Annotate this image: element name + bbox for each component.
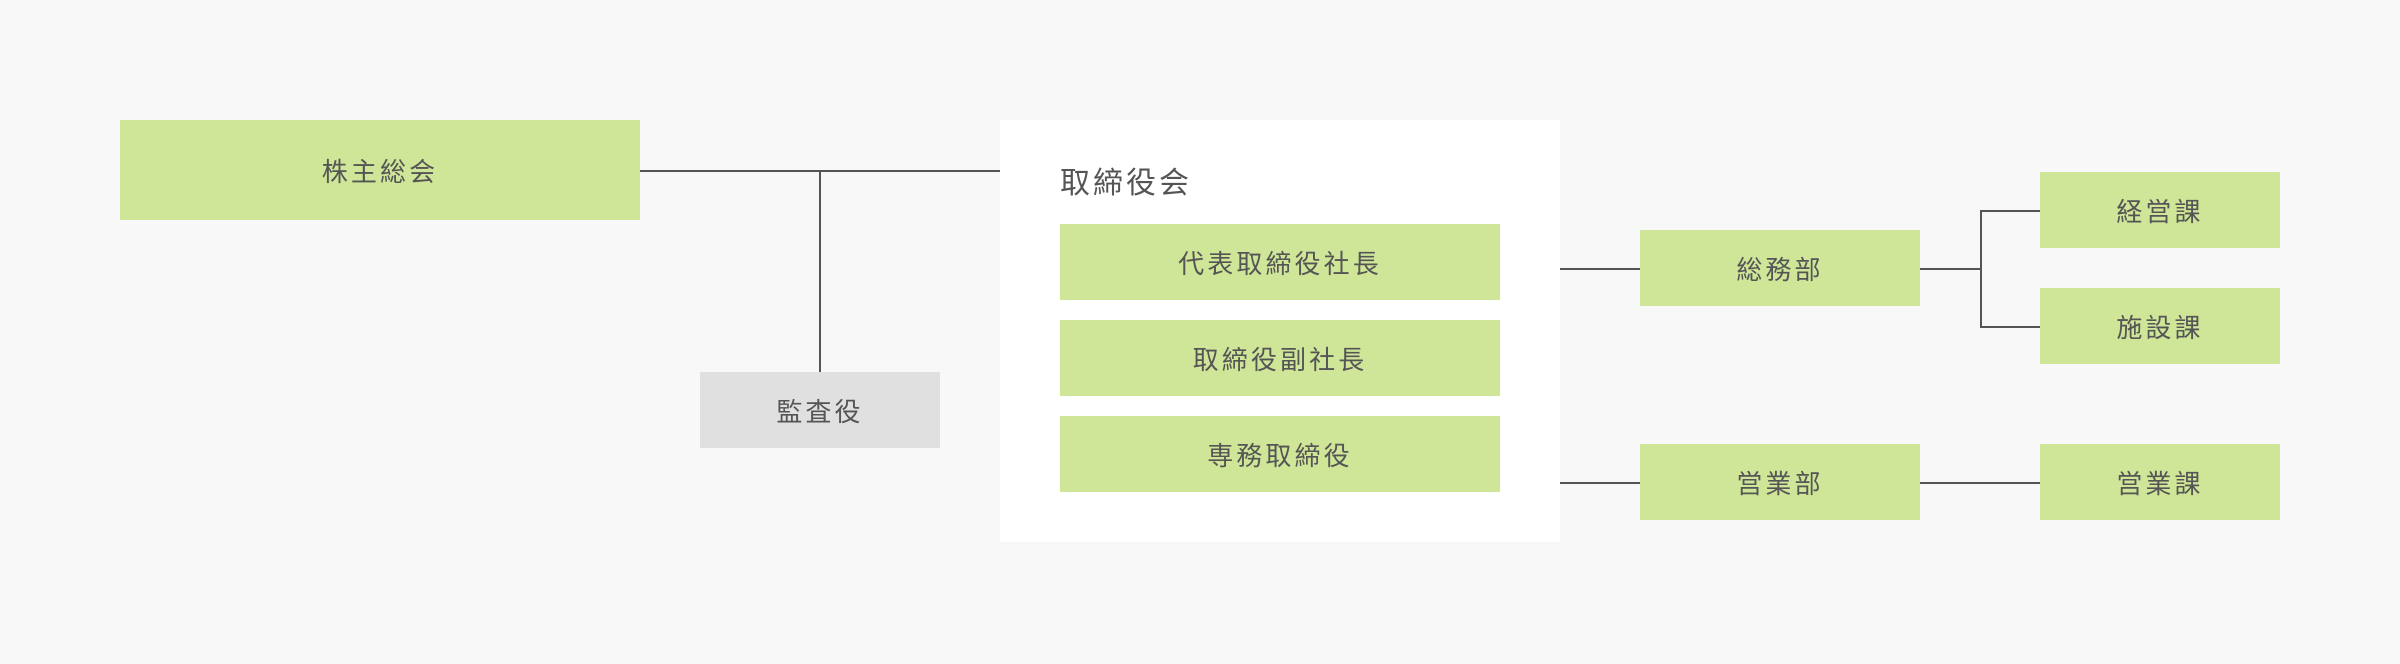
connector-board-sales	[1560, 482, 1640, 484]
node-senior-director: 専務取締役	[1060, 416, 1500, 492]
node-vice-president: 取締役副社長	[1060, 320, 1500, 396]
connector-general-affairs-sections	[1920, 268, 1982, 270]
node-general-affairs: 総務部	[1640, 230, 1920, 306]
connector-facilities-section	[1980, 326, 2040, 328]
connector-auditor	[819, 170, 821, 372]
connector-board-general-affairs	[1560, 268, 1640, 270]
node-auditor: 監査役	[700, 372, 940, 448]
node-management-section: 経営課	[2040, 172, 2280, 248]
node-president: 代表取締役社長	[1060, 224, 1500, 300]
connector-sections-vertical	[1980, 210, 1982, 328]
connector-management-section	[1980, 210, 2040, 212]
node-sales-section: 営業課	[2040, 444, 2280, 520]
node-facilities-section: 施設課	[2040, 288, 2280, 364]
node-shareholders-meeting: 株主総会	[120, 120, 640, 220]
connector-sales-section	[1920, 482, 2040, 484]
board-title: 取締役会	[1060, 166, 1192, 201]
node-sales-department: 営業部	[1640, 444, 1920, 520]
